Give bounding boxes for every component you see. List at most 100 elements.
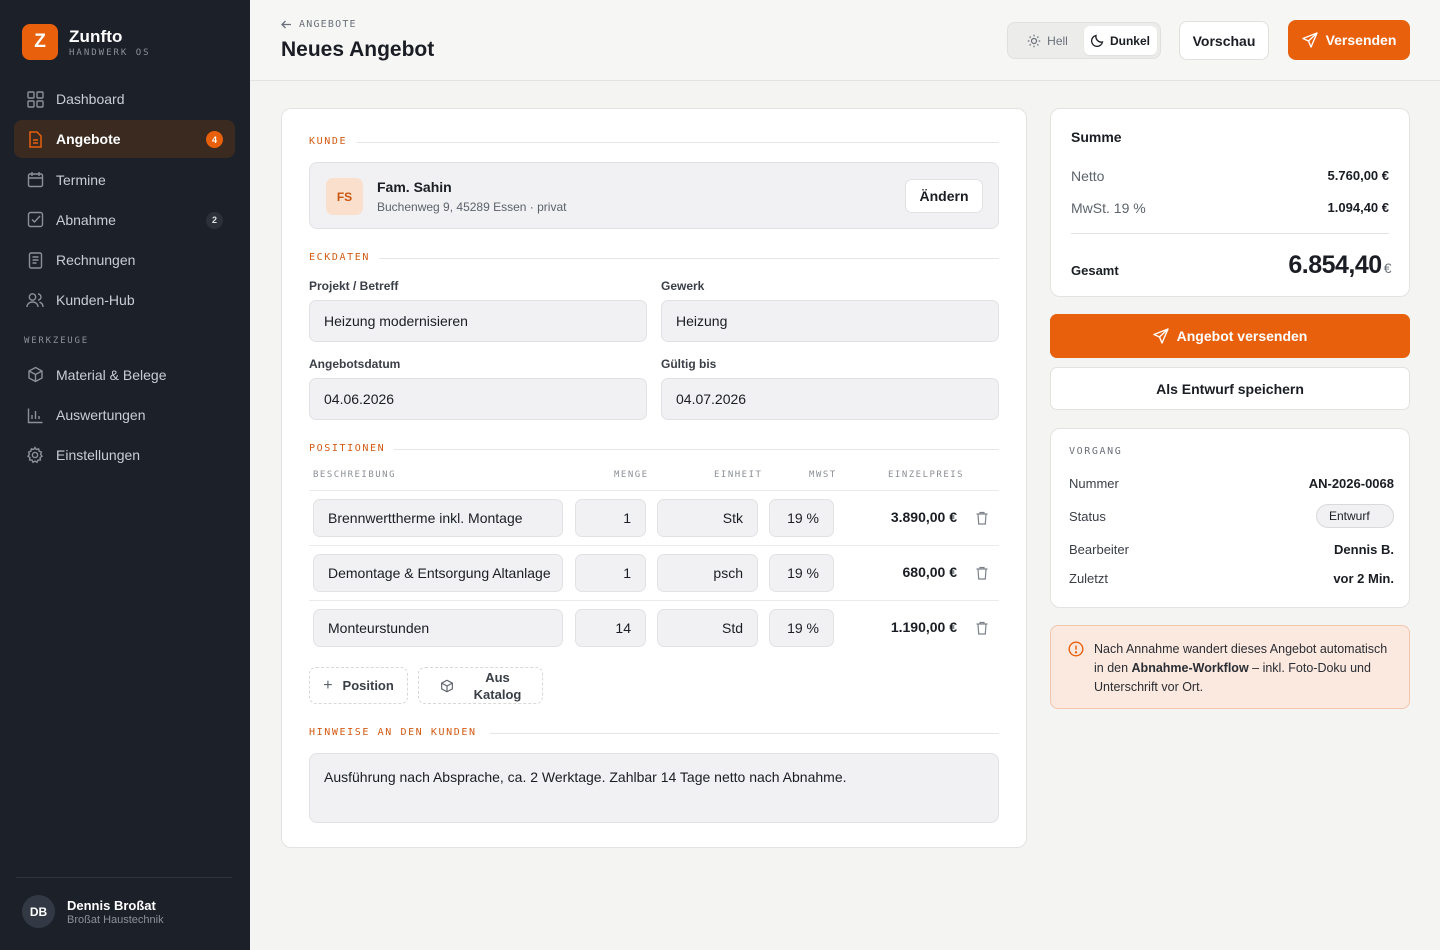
project-input[interactable]: Heizung modernisieren — [309, 300, 647, 342]
sidebar-item-label: Rechnungen — [56, 252, 136, 269]
customer-notes-textarea[interactable]: Ausführung nach Absprache, ca. 2 Werktag… — [309, 753, 999, 823]
sidebar-item-einstellungen[interactable]: Einstellungen — [14, 436, 235, 474]
position-unit-input[interactable]: Stk — [657, 499, 758, 537]
net-label: Netto — [1071, 168, 1105, 184]
sidebar-item-rechnungen[interactable]: Rechnungen — [14, 241, 235, 279]
status-row: Status Entwurf — [1069, 504, 1394, 528]
change-customer-button[interactable]: Ändern — [905, 179, 983, 213]
sidebar-item-termine[interactable]: Termine — [14, 161, 235, 199]
column-unit: EINHEIT — [714, 470, 763, 480]
divider — [1071, 233, 1389, 234]
editor-label: Bearbeiter — [1069, 542, 1129, 557]
plus-icon: + — [323, 676, 333, 694]
trash-icon[interactable] — [975, 566, 989, 580]
offer-date-input[interactable]: 04.06.2026 — [309, 378, 647, 420]
sidebar-item-label: Abnahme — [56, 211, 116, 228]
send-offer-label: Angebot versenden — [1176, 328, 1308, 344]
theme-toggle: Hell Dunkel — [1007, 22, 1161, 59]
users-icon — [26, 291, 44, 309]
position-quantity-input[interactable]: 1 — [575, 499, 646, 537]
position-unit-input[interactable]: Std — [657, 609, 758, 647]
position-description-input[interactable]: Brennwerttherme inkl. Montage — [313, 499, 563, 537]
divider — [490, 733, 999, 734]
position-vat-input[interactable]: 19 % — [769, 499, 834, 537]
column-quantity: MENGE — [614, 470, 649, 480]
position-quantity-input[interactable]: 14 — [575, 609, 646, 647]
user-profile[interactable]: DB Dennis Broßat Broßat Haustechnik — [16, 877, 232, 928]
position-unit-input[interactable]: psch — [657, 554, 758, 592]
position-description-input[interactable]: Monteurstunden — [313, 609, 563, 647]
vat-value: 1.094,40 € — [1327, 200, 1389, 215]
document-icon — [26, 130, 44, 148]
info-notice: Nach Annahme wandert dieses Angebot auto… — [1050, 625, 1410, 709]
avatar: DB — [22, 895, 55, 928]
theme-dark-option[interactable]: Dunkel — [1084, 26, 1157, 55]
currency-symbol: € — [1383, 260, 1392, 276]
net-value: 5.760,00 € — [1327, 168, 1389, 183]
last-modified-row: Zuletzt vor 2 Min. — [1069, 571, 1394, 586]
gear-icon — [26, 446, 44, 464]
sidebar: Z Zunfto HANDWERK OS Dashboard Angebote … — [0, 0, 250, 950]
offer-form: KUNDE FS Fam. Sahin Buchenweg 9, 45289 E… — [281, 108, 1027, 848]
total-amount: 6.854,40 — [1288, 251, 1382, 279]
brand-name: Zunfto — [69, 26, 123, 46]
sidebar-item-label: Angebote — [56, 131, 121, 148]
add-position-button[interactable]: + Position — [309, 667, 408, 704]
position-vat-input[interactable]: 19 % — [769, 554, 834, 592]
theme-light-option[interactable]: Hell — [1011, 26, 1084, 55]
position-price: 3.890,00 € — [890, 509, 957, 525]
section-customer: KUNDE — [309, 136, 348, 147]
status-label: Status — [1069, 508, 1106, 524]
info-text: Nach Annahme wandert dieses Angebot auto… — [1094, 640, 1394, 697]
valid-until-input[interactable]: 04.07.2026 — [661, 378, 999, 420]
valid-until-label: Gültig bis — [661, 357, 717, 371]
add-position-label: Position — [342, 678, 394, 693]
sidebar-item-label: Material & Belege — [56, 366, 167, 383]
trash-icon[interactable] — [975, 621, 989, 635]
sidebar-item-abnahme[interactable]: Abnahme 2 — [14, 201, 235, 239]
position-vat-input[interactable]: 19 % — [769, 609, 834, 647]
trash-icon[interactable] — [975, 511, 989, 525]
from-catalog-button[interactable]: Aus Katalog — [418, 667, 543, 704]
theme-dark-label: Dunkel — [1109, 33, 1150, 48]
breadcrumb-label: ANGEBOTE — [299, 19, 357, 30]
project-label: Projekt / Betreff — [309, 279, 399, 293]
sidebar-item-auswertungen[interactable]: Auswertungen — [14, 396, 235, 434]
column-vat: MWST — [809, 470, 837, 480]
save-draft-button[interactable]: Als Entwurf speichern — [1050, 367, 1410, 410]
trade-input[interactable]: Heizung — [661, 300, 999, 342]
preview-button[interactable]: Vorschau — [1179, 21, 1269, 60]
column-unit-price: EINZELPREIS — [888, 470, 965, 480]
customer-card: FS Fam. Sahin Buchenweg 9, 45289 Essen ·… — [309, 162, 999, 229]
send-offer-button[interactable]: Angebot versenden — [1050, 314, 1410, 358]
sidebar-item-material[interactable]: Material & Belege — [14, 356, 235, 394]
user-company: Broßat Haustechnik — [67, 913, 164, 926]
summary-card: Summe Netto 5.760,00 € MwSt. 19 % 1.094,… — [1050, 108, 1410, 297]
catalog-label-line1: Aus — [485, 669, 510, 685]
breadcrumb[interactable]: ANGEBOTE — [281, 19, 357, 30]
box-icon — [440, 679, 453, 692]
last-modified-value: vor 2 Min. — [1333, 571, 1394, 586]
brand[interactable]: Z Zunfto HANDWERK OS — [22, 24, 151, 60]
send-label: Versenden — [1325, 32, 1397, 48]
page-title: Neues Angebot — [281, 38, 435, 61]
sidebar-item-dashboard[interactable]: Dashboard — [14, 80, 235, 118]
position-quantity-input[interactable]: 1 — [575, 554, 646, 592]
send-button[interactable]: Versenden — [1288, 20, 1410, 60]
theme-light-label: Hell — [1047, 33, 1068, 48]
page-header: ANGEBOTE Neues Angebot Hell Dunkel Vorsc… — [250, 0, 1440, 81]
position-description-input[interactable]: Demontage & Entsorgung Altanlage — [313, 554, 563, 592]
number-value: AN-2026-0068 — [1308, 476, 1394, 491]
total-value: 6.854,40 € — [1288, 251, 1391, 280]
position-price: 680,00 € — [902, 564, 958, 580]
divider — [357, 142, 999, 143]
table-divider — [309, 490, 999, 491]
sidebar-item-angebote[interactable]: Angebote 4 — [14, 120, 235, 159]
checkbox-icon — [26, 211, 44, 229]
date-label: Angebotsdatum — [309, 357, 401, 371]
last-modified-label: Zuletzt — [1069, 571, 1109, 586]
receipt-icon — [26, 251, 44, 269]
sidebar-item-kunden-hub[interactable]: Kunden-Hub — [14, 281, 235, 319]
table-divider — [309, 600, 999, 601]
vat-row: MwSt. 19 % 1.094,40 € — [1071, 200, 1389, 216]
